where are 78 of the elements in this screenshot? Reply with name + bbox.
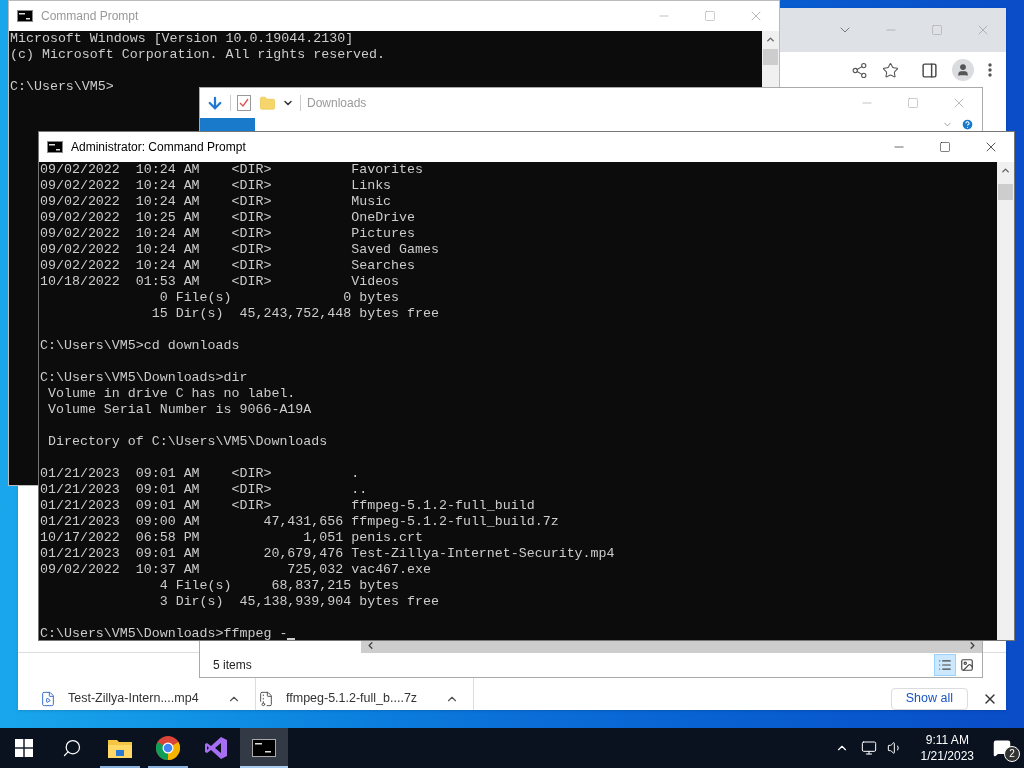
console-line: C:\Users\VM5> bbox=[10, 79, 114, 95]
person-icon bbox=[956, 63, 970, 77]
search-icon bbox=[62, 738, 82, 758]
clock[interactable]: 9:11 AM 1/21/2023 bbox=[914, 732, 980, 764]
console-line: 15 Dir(s) 45,243,752,448 bytes free bbox=[150, 306, 439, 322]
window-title: Downloads bbox=[307, 95, 368, 112]
clock-date: 1/21/2023 bbox=[920, 748, 974, 764]
console-icon bbox=[17, 10, 33, 22]
folder-icon bbox=[108, 738, 132, 758]
video-file-icon bbox=[40, 690, 56, 707]
console-icon bbox=[47, 141, 63, 153]
console-line: 10/18/2022 01:53 AM <DIR> Videos bbox=[40, 274, 400, 290]
console-line: 01/21/2023 09:00 AM 47,431,656 ffmpeg-5.1.2-full_build.7z bbox=[40, 514, 559, 530]
running-indicator bbox=[148, 766, 188, 768]
console-line: 01/21/2023 09:01 AM <DIR> .. bbox=[40, 482, 368, 498]
maximize-icon bbox=[704, 10, 716, 22]
taskbar-button[interactable] bbox=[240, 728, 288, 768]
details-view-button[interactable] bbox=[934, 654, 956, 676]
star-icon bbox=[882, 61, 899, 79]
profile-avatar[interactable] bbox=[952, 59, 974, 81]
image-icon bbox=[960, 658, 974, 672]
scroll-right-icon bbox=[967, 640, 978, 651]
help-icon[interactable] bbox=[961, 118, 974, 131]
console-line: 09/02/2022 10:24 AM <DIR> Favorites bbox=[40, 162, 423, 178]
maximize-icon bbox=[907, 97, 919, 109]
studio-logo-icon bbox=[204, 736, 228, 760]
console-icon bbox=[252, 739, 276, 757]
show-all-button[interactable]: Show all bbox=[890, 687, 968, 710]
scrollbar[interactable] bbox=[997, 162, 1014, 640]
console-line: C:\Users\VM5>cd downloads bbox=[40, 338, 240, 354]
properties-icon[interactable] bbox=[237, 95, 251, 111]
console-line: 09/02/2022 10:24 AM <DIR> Pictures bbox=[40, 226, 416, 242]
download-name: Test-Zillya-Intern....mp4 bbox=[68, 690, 200, 708]
maximize-icon bbox=[939, 141, 951, 153]
console-line: C:\Users\VM5\Downloads>ffmpeg - bbox=[40, 626, 288, 640]
share-icon bbox=[851, 61, 868, 79]
side-panel-icon bbox=[921, 61, 938, 79]
console-line: C:\Users\VM5\Downloads>dir bbox=[40, 370, 248, 386]
running-indicator bbox=[240, 766, 288, 768]
console-line: Volume in drive C has no label. bbox=[46, 386, 296, 402]
windows-logo-icon bbox=[15, 739, 33, 757]
running-indicator bbox=[100, 766, 140, 768]
menu-icon[interactable] bbox=[988, 63, 992, 77]
download-arrow-icon bbox=[206, 94, 224, 112]
maximize-icon bbox=[931, 24, 943, 36]
scroll-up-icon[interactable] bbox=[765, 34, 776, 45]
console-line: 09/02/2022 10:24 AM <DIR> Searches bbox=[40, 258, 416, 274]
download-name: ffmpeg-5.1.2-full_b....7z bbox=[286, 690, 419, 708]
chrome-logo-icon bbox=[156, 736, 180, 760]
console-line: 09/02/2022 10:37 AM 725,032 vac467.exe bbox=[40, 562, 431, 578]
console-line: 0 File(s) 0 bytes bbox=[158, 290, 400, 306]
console-line: 09/02/2022 10:25 AM <DIR> OneDrive bbox=[40, 210, 416, 226]
list-icon bbox=[938, 658, 952, 672]
console-line: 10/17/2022 06:58 PM 1,051 penis.crt bbox=[40, 530, 423, 546]
scroll-thumb[interactable] bbox=[763, 49, 778, 65]
console-line: 4 File(s) 68,837,215 bytes bbox=[158, 578, 400, 594]
console-line: Volume Serial Number is 9066-A19A bbox=[46, 402, 312, 418]
status-text: 5 items bbox=[213, 657, 253, 674]
console-line: (c) Microsoft Corporation. All rights reserved. bbox=[10, 47, 386, 63]
network-icon[interactable] bbox=[860, 740, 877, 756]
folder-icon bbox=[259, 94, 276, 112]
console-line: 3 Dir(s) 45,138,939,904 bytes free bbox=[158, 594, 439, 610]
console-line: 01/21/2023 09:01 AM <DIR> . bbox=[40, 466, 360, 482]
window-title: Administrator: Command Prompt bbox=[71, 139, 247, 156]
clock-time: 9:11 AM bbox=[925, 732, 969, 748]
window-title: Command Prompt bbox=[41, 8, 140, 25]
notification-count: 2 bbox=[1004, 746, 1020, 762]
console-line: 01/21/2023 09:01 AM 20,679,476 Test-Zillya-Internet-Security.mp4 bbox=[40, 546, 615, 562]
console-line: 09/02/2022 10:24 AM <DIR> Links bbox=[40, 178, 392, 194]
console-line: 01/21/2023 09:01 AM <DIR> ffmpeg-5.1.2-full_build bbox=[40, 498, 535, 514]
console-line: 09/02/2022 10:24 AM <DIR> Music bbox=[40, 194, 392, 210]
scroll-thumb[interactable] bbox=[998, 184, 1013, 200]
console-line: Microsoft Windows [Version 10.0.19044.2130] bbox=[10, 31, 354, 47]
console-line: 09/02/2022 10:24 AM <DIR> Saved Games bbox=[40, 242, 439, 258]
notification-button[interactable]: 2 bbox=[980, 728, 1024, 768]
scroll-up-icon[interactable] bbox=[1000, 165, 1011, 176]
console-line: Directory of C:\Users\VM5\Downloads bbox=[46, 434, 328, 450]
archive-file-icon bbox=[258, 690, 274, 707]
